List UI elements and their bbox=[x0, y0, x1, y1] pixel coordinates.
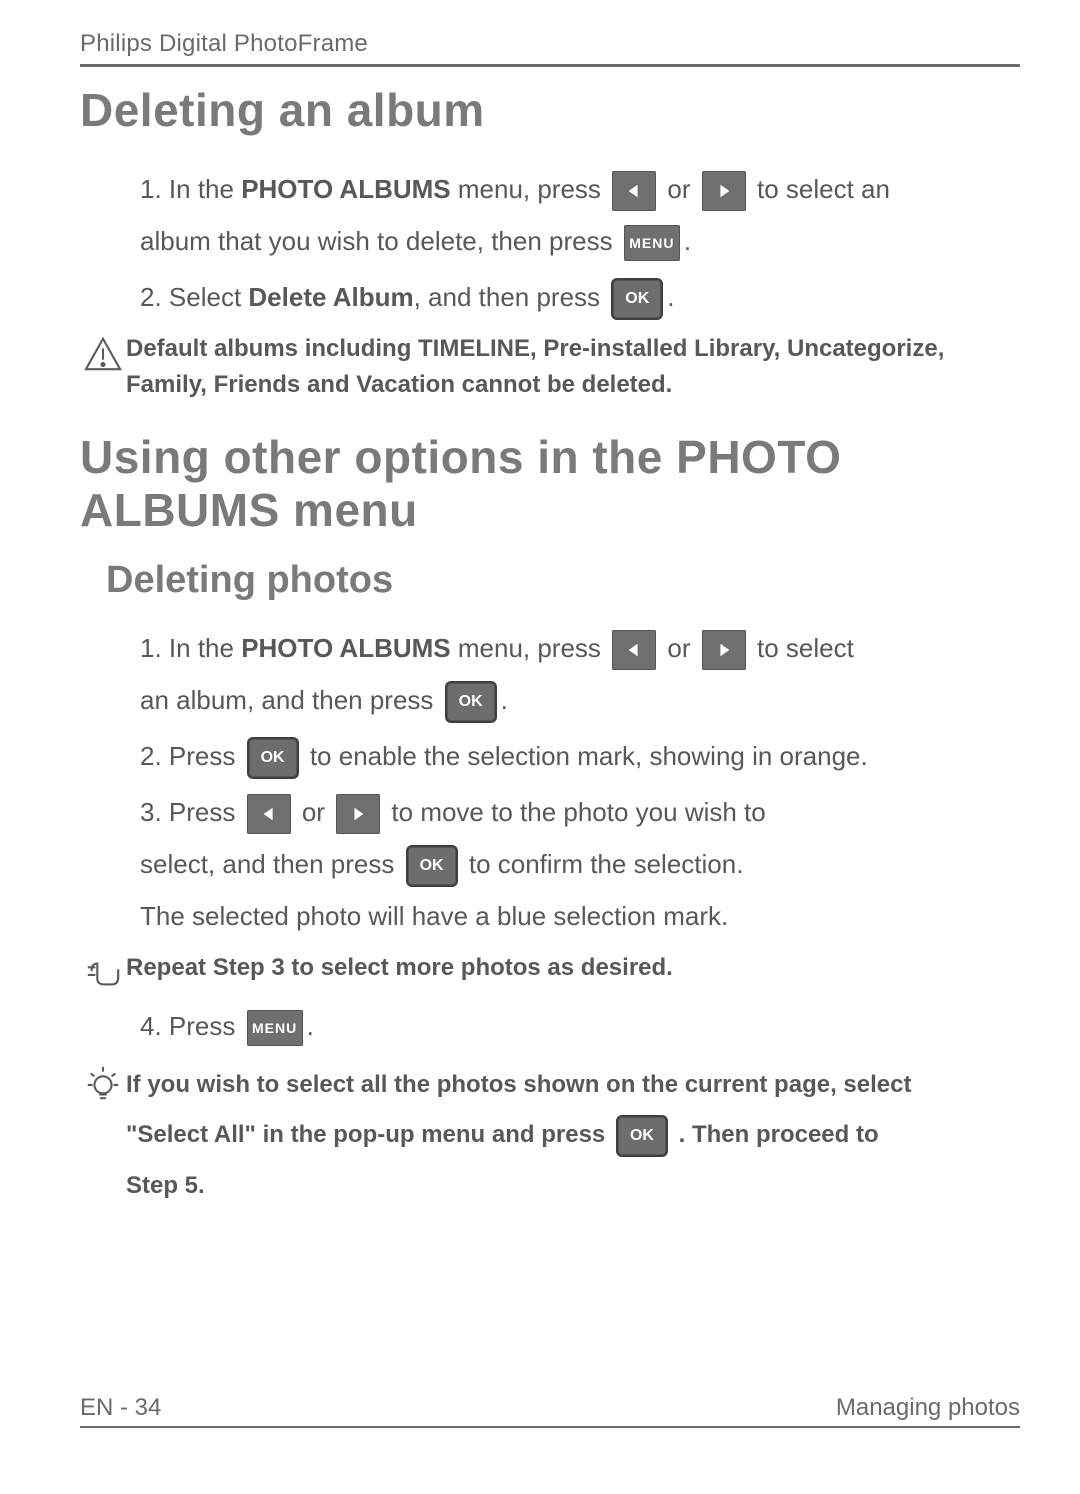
ok-button-icon: OK bbox=[611, 278, 663, 320]
right-arrow-icon bbox=[702, 171, 746, 211]
ok-button-icon: OK bbox=[445, 681, 497, 723]
left-arrow-icon bbox=[612, 171, 656, 211]
footer-section: Managing photos bbox=[836, 1394, 1020, 1422]
menu-button-icon: MENU bbox=[247, 1010, 303, 1046]
dp-step-4: 4. Press MENU. bbox=[140, 1000, 1020, 1052]
manual-page: Philips Digital PhotoFrame Deleting an a… bbox=[0, 0, 1080, 1494]
footer: EN - 34 Managing photos bbox=[80, 1394, 1020, 1428]
hand-pointer-icon bbox=[80, 950, 126, 992]
dp-step-2: 2. Press OK to enable the selection mark… bbox=[140, 730, 1020, 782]
steps-delete-photos: 1. In the PHOTO ALBUMS menu, press or to… bbox=[80, 622, 1020, 942]
step-1: 1. In the PHOTO ALBUMS menu, press or to… bbox=[140, 163, 1020, 267]
warning-text: Default albums including TIMELINE, Pre-i… bbox=[126, 331, 1020, 403]
repeat-note: Repeat Step 3 to select more photos as d… bbox=[80, 950, 1020, 992]
ok-button-icon: OK bbox=[247, 737, 299, 779]
dp-step-1: 1. In the PHOTO ALBUMS menu, press or to… bbox=[140, 622, 1020, 726]
ok-button-icon: OK bbox=[616, 1115, 668, 1157]
repeat-text: Repeat Step 3 to select more photos as d… bbox=[126, 950, 1020, 986]
menu-button-icon: MENU bbox=[624, 225, 680, 261]
warning-note: Default albums including TIMELINE, Pre-i… bbox=[80, 331, 1020, 403]
warning-icon bbox=[80, 331, 126, 373]
heading-deleting-album: Deleting an album bbox=[80, 83, 1020, 137]
steps-delete-photos-cont: 4. Press MENU. bbox=[80, 1000, 1020, 1052]
footer-page: EN - 34 bbox=[80, 1394, 161, 1422]
step-2: 2. Select Delete Album, and then press O… bbox=[140, 271, 1020, 323]
tip-text: If you wish to select all the photos sho… bbox=[126, 1060, 1020, 1211]
tip-note: If you wish to select all the photos sho… bbox=[80, 1060, 1020, 1211]
heading-other-options: Using other options in the PHOTO ALBUMS … bbox=[80, 431, 1020, 537]
right-arrow-icon bbox=[702, 630, 746, 670]
header-title: Philips Digital PhotoFrame bbox=[80, 30, 1020, 67]
steps-delete-album: 1. In the PHOTO ALBUMS menu, press or to… bbox=[80, 163, 1020, 323]
left-arrow-icon bbox=[612, 630, 656, 670]
ok-button-icon: OK bbox=[406, 845, 458, 887]
dp-step-3: 3. Press or to move to the photo you wis… bbox=[140, 786, 1020, 942]
lightbulb-icon bbox=[80, 1060, 126, 1102]
right-arrow-icon bbox=[336, 794, 380, 834]
left-arrow-icon bbox=[247, 794, 291, 834]
heading-deleting-photos: Deleting photos bbox=[106, 559, 1020, 602]
